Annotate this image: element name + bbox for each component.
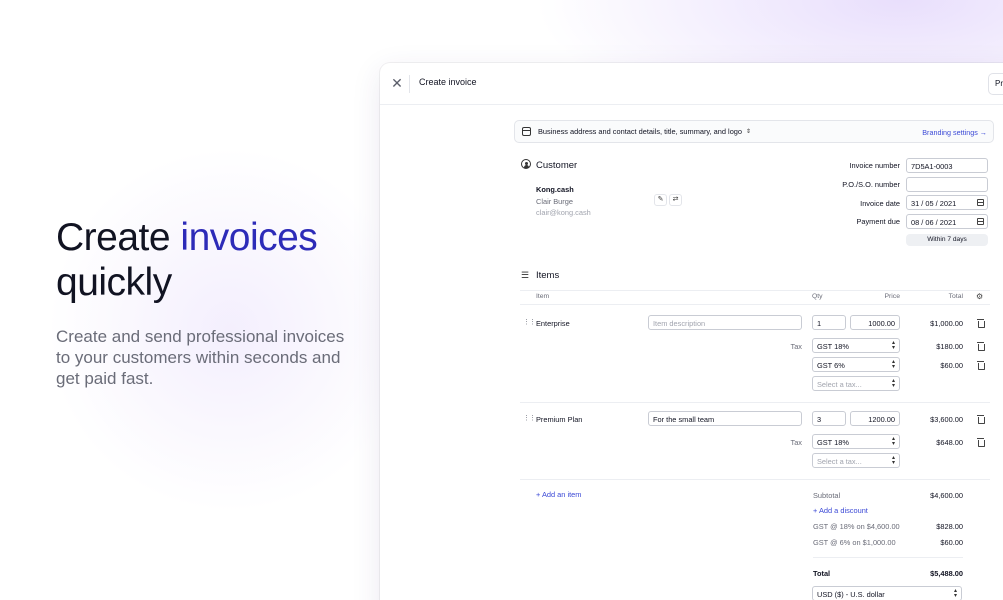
invoice-date-input[interactable]: 31 / 05 / 2021	[906, 195, 988, 210]
column-price: Price	[884, 293, 901, 300]
customer-heading: Customer	[536, 160, 578, 171]
row-total: $1,000.00	[930, 319, 963, 328]
chevron-updown-icon: ▴ ▾	[953, 588, 957, 599]
invoice-date-label: Invoice date	[860, 199, 900, 208]
customer-company: Kong.cash	[536, 185, 574, 194]
chevron-updown-icon: ⇕	[746, 129, 752, 135]
branding-settings-link[interactable]: Branding settings →	[922, 128, 987, 137]
chevron-updown-icon: ▴ ▾	[891, 359, 895, 370]
tax-select-placeholder: Select a tax...	[817, 457, 862, 466]
customer-contact-name: Clair Burge	[536, 197, 573, 206]
divider	[520, 402, 990, 403]
business-details-bar[interactable]: Business address and contact details, ti…	[514, 120, 994, 143]
customer-email: clair@kong.cash	[536, 208, 591, 217]
invoice-number-label: Invoice number	[849, 161, 900, 170]
tax-label: Tax	[790, 342, 803, 351]
divider	[520, 290, 990, 291]
divider	[409, 75, 410, 93]
preview-button[interactable]: Pr	[988, 73, 1003, 95]
tax-summary-amount: $60.00	[940, 538, 963, 547]
tax-select[interactable]: GST 18% ▴ ▾	[812, 434, 900, 449]
trash-icon[interactable]	[977, 342, 985, 351]
window-title: Create invoice	[419, 77, 477, 87]
trash-icon[interactable]	[977, 319, 985, 328]
column-qty: Qty	[812, 293, 823, 300]
invoice-window: ✕ Create invoice Pr Business address and…	[380, 63, 1003, 600]
po-number-input[interactable]	[906, 177, 988, 192]
hero: Create invoices quickly Create and send …	[56, 215, 356, 389]
user-icon	[521, 159, 531, 169]
payment-due-label: Payment due	[856, 217, 900, 226]
qty-input[interactable]: 1	[812, 315, 846, 330]
tax-amount: $180.00	[936, 342, 963, 351]
row-total: $3,600.00	[930, 415, 963, 424]
po-number-label: P.O./S.O. number	[842, 180, 900, 189]
tax-select-empty[interactable]: Select a tax... ▴ ▾	[812, 376, 900, 391]
qty-input[interactable]: 3	[812, 411, 846, 426]
close-icon[interactable]: ✕	[390, 76, 404, 90]
card-icon	[522, 127, 531, 136]
pencil-icon[interactable]: ✎	[654, 194, 667, 206]
gear-icon[interactable]: ⚙	[976, 292, 983, 301]
tax-select-value: GST 6%	[817, 361, 845, 370]
subtotal-label: Subtotal	[813, 491, 841, 500]
add-discount-link[interactable]: + Add a discount	[813, 506, 868, 515]
tax-summary-label: GST @ 6% on $1,000.00	[813, 538, 896, 547]
item-description-input[interactable]: Item description	[648, 315, 802, 330]
invoice-date-value: 31 / 05 / 2021	[911, 199, 957, 208]
tax-select[interactable]: GST 6% ▴ ▾	[812, 357, 900, 372]
tax-select-value: GST 18%	[817, 342, 849, 351]
trash-icon[interactable]	[977, 438, 985, 447]
divider	[520, 479, 990, 480]
column-total: Total	[948, 293, 963, 300]
calendar-icon	[977, 218, 984, 225]
chevron-updown-icon: ▴ ▾	[891, 436, 895, 447]
payment-due-value: 08 / 06 / 2021	[911, 218, 957, 227]
chevron-updown-icon: ▴ ▾	[891, 340, 895, 351]
tax-select[interactable]: GST 18% ▴ ▾	[812, 338, 900, 353]
hero-title-accent: invoices	[180, 216, 318, 259]
swap-icon[interactable]: ⇄	[669, 194, 682, 206]
hero-title: Create invoices quickly	[56, 215, 356, 305]
chevron-updown-icon: ▴ ▾	[891, 455, 895, 466]
tax-select-empty[interactable]: Select a tax... ▴ ▾	[812, 453, 900, 468]
tax-select-placeholder: Select a tax...	[817, 380, 862, 389]
tax-label: Tax	[790, 438, 803, 447]
item-description-input[interactable]: For the small team	[648, 411, 802, 426]
hero-title-plain: Create	[56, 216, 181, 259]
subtotal-value: $4,600.00	[930, 491, 963, 500]
trash-icon[interactable]	[977, 361, 985, 370]
item-name: Premium Plan	[536, 415, 583, 424]
column-item: Item	[536, 293, 550, 300]
tax-amount: $648.00	[936, 438, 963, 447]
divider	[813, 557, 963, 558]
total-label: Total	[813, 569, 831, 578]
total-value: $5,488.00	[930, 569, 963, 578]
currency-select[interactable]: USD ($) - U.S. dollar ▴ ▾	[812, 586, 962, 600]
trash-icon[interactable]	[977, 415, 985, 424]
tax-summary-label: GST @ 18% on $4,600.00	[813, 522, 900, 531]
drag-handle-icon[interactable]: ⋮⋮	[523, 414, 536, 422]
payment-due-input[interactable]: 08 / 06 / 2021	[906, 214, 988, 229]
business-details-label: Business address and contact details, ti…	[538, 127, 743, 136]
tax-select-value: GST 18%	[817, 438, 849, 447]
chevron-updown-icon: ▴ ▾	[891, 378, 895, 389]
hero-title-line2: quickly	[56, 261, 172, 304]
price-input[interactable]: 1000.00	[850, 315, 900, 330]
price-input[interactable]: 1200.00	[850, 411, 900, 426]
add-item-link[interactable]: + Add an item	[536, 490, 581, 499]
hero-subtitle: Create and send professional invoices to…	[56, 327, 345, 388]
divider	[520, 304, 990, 305]
due-terms-pill[interactable]: Within 7 days	[906, 234, 988, 246]
list-icon: ☰	[521, 270, 530, 280]
invoice-number-input[interactable]: 7D5A1-0003	[906, 158, 988, 173]
items-heading: Items	[536, 270, 560, 281]
currency-select-value: USD ($) - U.S. dollar	[817, 590, 885, 599]
drag-handle-icon[interactable]: ⋮⋮	[523, 318, 536, 326]
calendar-icon	[977, 199, 984, 206]
window-topbar: ✕ Create invoice Pr	[380, 63, 1003, 105]
tax-summary-amount: $828.00	[936, 522, 963, 531]
item-name: Enterprise	[536, 319, 570, 328]
tax-amount: $60.00	[940, 361, 963, 370]
